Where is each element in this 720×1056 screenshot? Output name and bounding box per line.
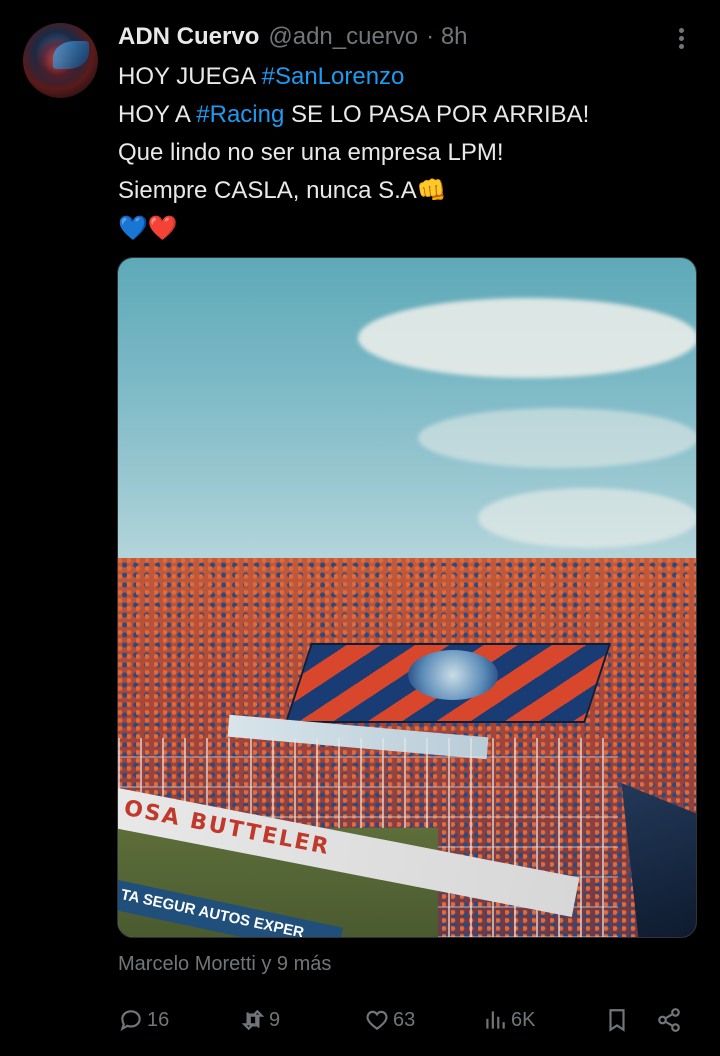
bookmark-button[interactable]	[604, 1006, 630, 1034]
views-icon	[486, 1011, 505, 1029]
photo-cloud	[358, 298, 696, 378]
retweet-icon	[241, 1009, 265, 1031]
photo-cloud	[418, 408, 696, 468]
tweet-line-4: Siempre CASLA, nunca S.A👊	[118, 177, 447, 204]
retweet-button[interactable]: 9	[240, 1006, 280, 1034]
tweet-line-3: Que lindo no ser una empresa LPM!	[118, 139, 504, 166]
retweet-count: 9	[269, 1008, 281, 1031]
tweet-header: ADN Cuervo @adn_cuervo · 8h	[118, 20, 468, 54]
tweet-photo[interactable]: OSA BUTTELER TA SEGUR AUTOS EXPER	[117, 257, 697, 938]
hashtag-sanlorenzo[interactable]: #SanLorenzo	[262, 63, 405, 90]
tweet-line-2: HOY A #Racing SE LO PASA POR ARRIBA!	[118, 101, 590, 128]
tweet-actions: 16 9 63 6K	[0, 1000, 720, 1040]
more-options-icon[interactable]	[668, 24, 696, 52]
heart-icon	[366, 1010, 388, 1030]
author-name[interactable]: ADN Cuervo	[118, 23, 259, 51]
tweet-text: HOY JUEGA #SanLorenzo HOY A #Racing SE L…	[118, 58, 698, 248]
avatar-wing	[53, 41, 89, 69]
tweet-line-5: 💙❤️	[118, 210, 698, 248]
bookmark-icon	[609, 1009, 625, 1032]
fist-emoji: 👊	[416, 177, 447, 204]
share-icon	[658, 1008, 680, 1032]
author-avatar[interactable]	[23, 23, 98, 98]
author-handle[interactable]: @adn_cuervo	[268, 23, 418, 51]
reply-button[interactable]: 16	[118, 1006, 169, 1034]
hearts-emoji: 💙❤️	[118, 215, 178, 242]
photo-club-crest	[408, 650, 498, 700]
like-count: 63	[393, 1008, 416, 1031]
reply-icon	[120, 1010, 141, 1031]
tweet-time[interactable]: · 8h	[426, 23, 467, 51]
hashtag-racing[interactable]: #Racing	[196, 101, 284, 128]
like-button[interactable]: 63	[364, 1006, 415, 1034]
views-button[interactable]: 6K	[482, 1006, 535, 1034]
tweet-line-1: HOY JUEGA #SanLorenzo	[118, 63, 405, 90]
views-count: 6K	[511, 1008, 536, 1031]
share-button[interactable]	[656, 1006, 682, 1034]
liked-by[interactable]: Marcelo Moretti y 9 más	[118, 953, 331, 976]
photo-cloud	[478, 488, 696, 548]
reply-count: 16	[147, 1008, 170, 1031]
